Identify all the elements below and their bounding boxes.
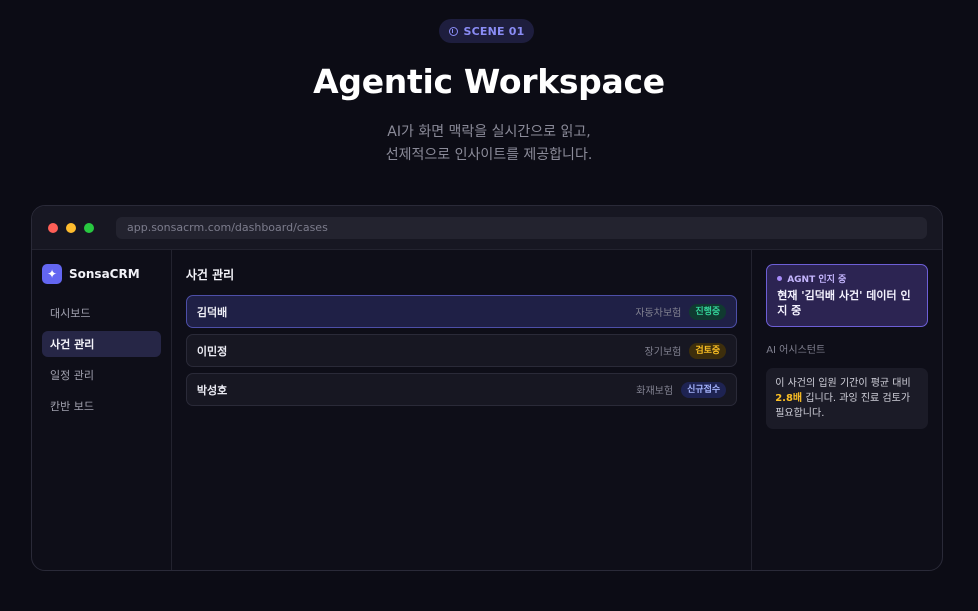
sidebar: ✦ SonsaCRM 대시보드 사건 관리 일정 관리 칸반 보드 xyxy=(32,250,172,570)
sidebar-item-label: 대시보드 xyxy=(50,307,91,320)
status-badge: 신규접수 xyxy=(681,381,727,398)
pulse-dot-icon xyxy=(777,276,783,281)
browser-window: app.sonsacrm.com/dashboard/cases ✦ Sonsa… xyxy=(31,205,943,571)
minimize-window-dot[interactable] xyxy=(66,222,76,233)
info-icon xyxy=(448,26,458,36)
hero-subtitle-line-2: 선제적으로 인사이트를 제공합니다. xyxy=(385,147,593,163)
case-name: 이민정 xyxy=(196,344,228,358)
assistant-label: AI 어시스턴트 xyxy=(766,345,826,356)
ai-panel: AGNT 인지 중 현재 '김덕배 사건' 데이터 인지 중 AI 어시스턴트 … xyxy=(752,250,942,570)
assistant-insight: 이 사건의 입원 기간이 평균 대비 2.8배 깁니다. 과잉 진료 검토가 필… xyxy=(766,368,929,429)
assistant-highlight: 2.8배 xyxy=(775,393,803,404)
case-list-panel: 사건 관리 김덕배 자동차보험 진행중 이민정 장기보험 검토중 박성호 화재보… xyxy=(172,250,753,570)
case-type: 장기보험 xyxy=(644,347,682,358)
scene-badge: SCENE 01 xyxy=(439,19,534,43)
hero-subtitle: AI가 화면 맥락을 실시간으로 읽고, 선제적으로 인사이트를 제공합니다. xyxy=(0,121,978,167)
case-type: 화재보험 xyxy=(636,386,674,397)
status-badge: 검토중 xyxy=(689,342,727,359)
scene-label: SCENE 01 xyxy=(463,24,525,38)
sparkle-icon: ✦ xyxy=(42,264,62,284)
assistant-text-pre: 이 사건의 입원 기간이 평균 대비 xyxy=(775,378,911,389)
hero-subtitle-line-1: AI가 화면 맥락을 실시간으로 읽고, xyxy=(387,124,591,140)
agent-message: 현재 '김덕배 사건' 데이터 인지 중 xyxy=(777,289,911,317)
sidebar-item-label: 칸반 보드 xyxy=(50,400,94,413)
page-title: 사건 관리 xyxy=(185,268,235,282)
agent-status-label: AGNT 인지 중 xyxy=(787,275,847,285)
sidebar-item-label: 사건 관리 xyxy=(50,338,95,351)
maximize-window-dot[interactable] xyxy=(84,222,94,233)
close-window-dot[interactable] xyxy=(48,222,58,233)
brand[interactable]: ✦ SonsaCRM xyxy=(42,264,161,284)
status-badge: 진행중 xyxy=(689,303,727,320)
hero-title: Agentic Workspace xyxy=(313,62,665,101)
sidebar-item-kanban[interactable]: 칸반 보드 xyxy=(42,393,161,419)
agent-status-card: AGNT 인지 중 현재 '김덕배 사건' 데이터 인지 중 xyxy=(766,264,929,327)
case-type: 자동차보험 xyxy=(635,308,682,319)
address-bar[interactable]: app.sonsacrm.com/dashboard/cases xyxy=(116,216,927,239)
browser-titlebar: app.sonsacrm.com/dashboard/cases xyxy=(32,206,942,250)
case-row[interactable]: 이민정 장기보험 검토중 xyxy=(185,334,738,367)
case-name: 김덕배 xyxy=(196,305,228,319)
sidebar-item-schedule[interactable]: 일정 관리 xyxy=(42,362,161,388)
app-body: ✦ SonsaCRM 대시보드 사건 관리 일정 관리 칸반 보드 사건 관리 xyxy=(32,250,942,570)
case-name: 박성호 xyxy=(196,383,228,397)
sidebar-item-label: 일정 관리 xyxy=(50,369,94,382)
brand-name: SonsaCRM xyxy=(69,267,140,281)
agent-status: AGNT 인지 중 xyxy=(777,272,917,285)
sidebar-item-dashboard[interactable]: 대시보드 xyxy=(42,300,161,326)
case-row[interactable]: 박성호 화재보험 신규접수 xyxy=(185,373,738,406)
sidebar-item-cases[interactable]: 사건 관리 xyxy=(42,331,161,357)
stage: SCENE 01 Agentic Workspace AI가 화면 맥락을 실시… xyxy=(0,0,978,611)
case-row[interactable]: 김덕배 자동차보험 진행중 xyxy=(185,295,738,328)
